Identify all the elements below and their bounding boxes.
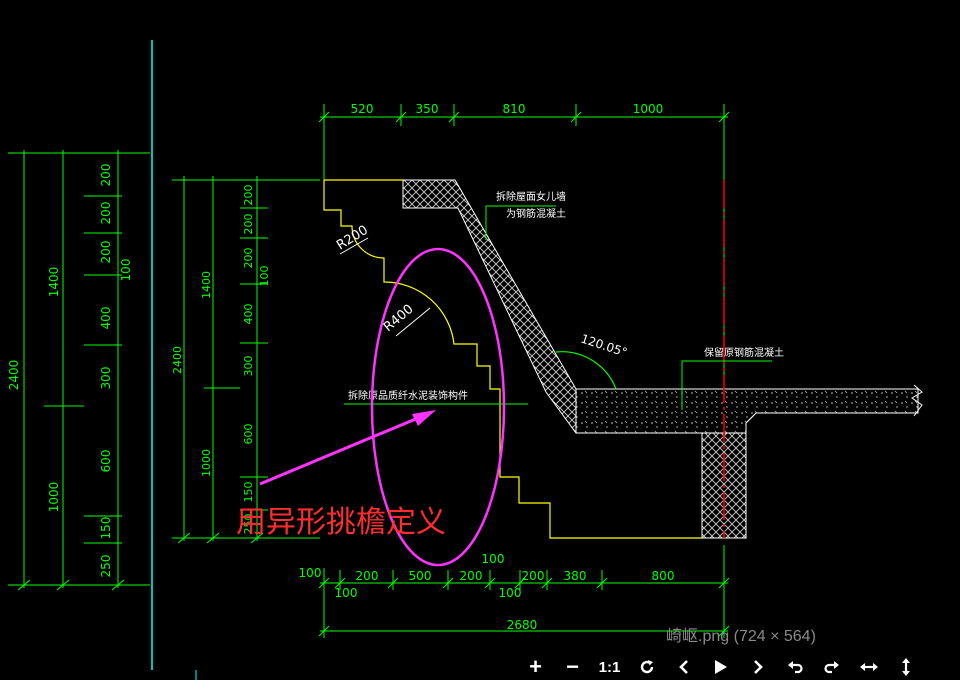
previous-button[interactable] [665,655,702,679]
dim-label: 400 [99,307,113,330]
dim-label: 100 [482,552,505,566]
rotate-left-icon [787,661,803,674]
flip-vertical-icon [901,658,910,676]
highlight-arrow [259,410,436,486]
dim-label: 100 [335,586,358,600]
chevron-right-icon [753,660,763,674]
zoom-in-button[interactable]: + [517,654,554,679]
reset-button[interactable] [628,655,665,679]
angle-label: 120.05° [579,332,629,360]
dim-label: 500 [409,569,432,583]
file-dimensions: (724 × 564) [733,628,816,645]
dim-label: 200 [99,241,113,264]
note-text: 保留原钢筋混凝土 [704,346,784,359]
image-viewer: 2400 1400 1000 200 200 200 400 300 600 1… [0,0,960,680]
dim-label: 1000 [200,449,213,477]
file-info: 崎岖.png (724 × 564) [666,622,816,646]
actual-size-label: 1:1 [598,658,621,676]
dim-label: 600 [242,424,255,445]
dim-label: 800 [652,569,675,583]
play-icon [714,660,727,674]
dim-label: 2680 [507,618,538,632]
zoom-in-icon: + [529,654,542,679]
dim-label: 200 [522,569,545,583]
dim-label: 200 [242,185,255,206]
note-text: 拆除屋面女儿墙 [496,190,566,203]
dim-label: 200 [99,164,113,187]
dim-label: 150 [99,517,113,540]
refresh-icon [640,660,653,674]
zoom-out-button[interactable]: − [554,654,591,679]
parapet-hatch [402,179,919,539]
dim-label: 1400 [200,271,213,299]
dim-label: 100 [119,259,133,282]
dim-label: 400 [242,304,255,325]
dim-label: 250 [99,555,113,578]
slab-dots [575,388,919,434]
dim-label: 600 [99,450,113,473]
flip-horizontal-button[interactable] [850,655,887,679]
flip-vertical-button[interactable] [887,655,924,679]
dim-label: 100 [499,586,522,600]
annotation-label: 用异形挑檐定义 [236,505,446,540]
dim-label: 1000 [47,482,61,513]
rotate-right-icon [823,661,839,674]
zoom-out-icon: − [566,654,579,679]
dim-label: 300 [242,356,255,377]
dim-label: 1000 [633,102,664,116]
next-button[interactable] [739,655,776,679]
note-text: 拆除原品质纤水泥装饰构件 [348,389,468,402]
dim-label: 100 [299,566,322,580]
dim-label: 1400 [47,267,61,298]
dim-label: 300 [99,367,113,390]
left-dimension-group [8,150,150,591]
dim-label: 2400 [7,360,21,391]
rotate-left-button[interactable] [776,655,813,679]
file-name: 崎岖.png [666,628,730,645]
dim-label: 200 [356,569,379,583]
dim-label: 100 [258,266,271,287]
play-button[interactable] [702,655,739,679]
viewer-toolbar: + − 1:1 [517,654,924,679]
dim-label: 200 [460,569,483,583]
dim-label: 200 [242,214,255,235]
dim-label: 520 [351,102,374,116]
dim-label: 2400 [171,346,184,374]
dim-label: 200 [99,202,113,225]
actual-size-button[interactable]: 1:1 [591,655,628,679]
cad-drawing: 2400 1400 1000 200 200 200 400 300 600 1… [7,40,923,680]
flip-horizontal-icon [859,663,878,671]
dim-label: 810 [503,102,526,116]
note-text: 为钢筋混凝土 [506,207,566,220]
dim-label: 350 [416,102,439,116]
chevron-left-icon [678,660,688,674]
dim-label: 200 [242,248,255,269]
rotate-right-button[interactable] [813,655,850,679]
dim-label: 380 [564,569,587,583]
